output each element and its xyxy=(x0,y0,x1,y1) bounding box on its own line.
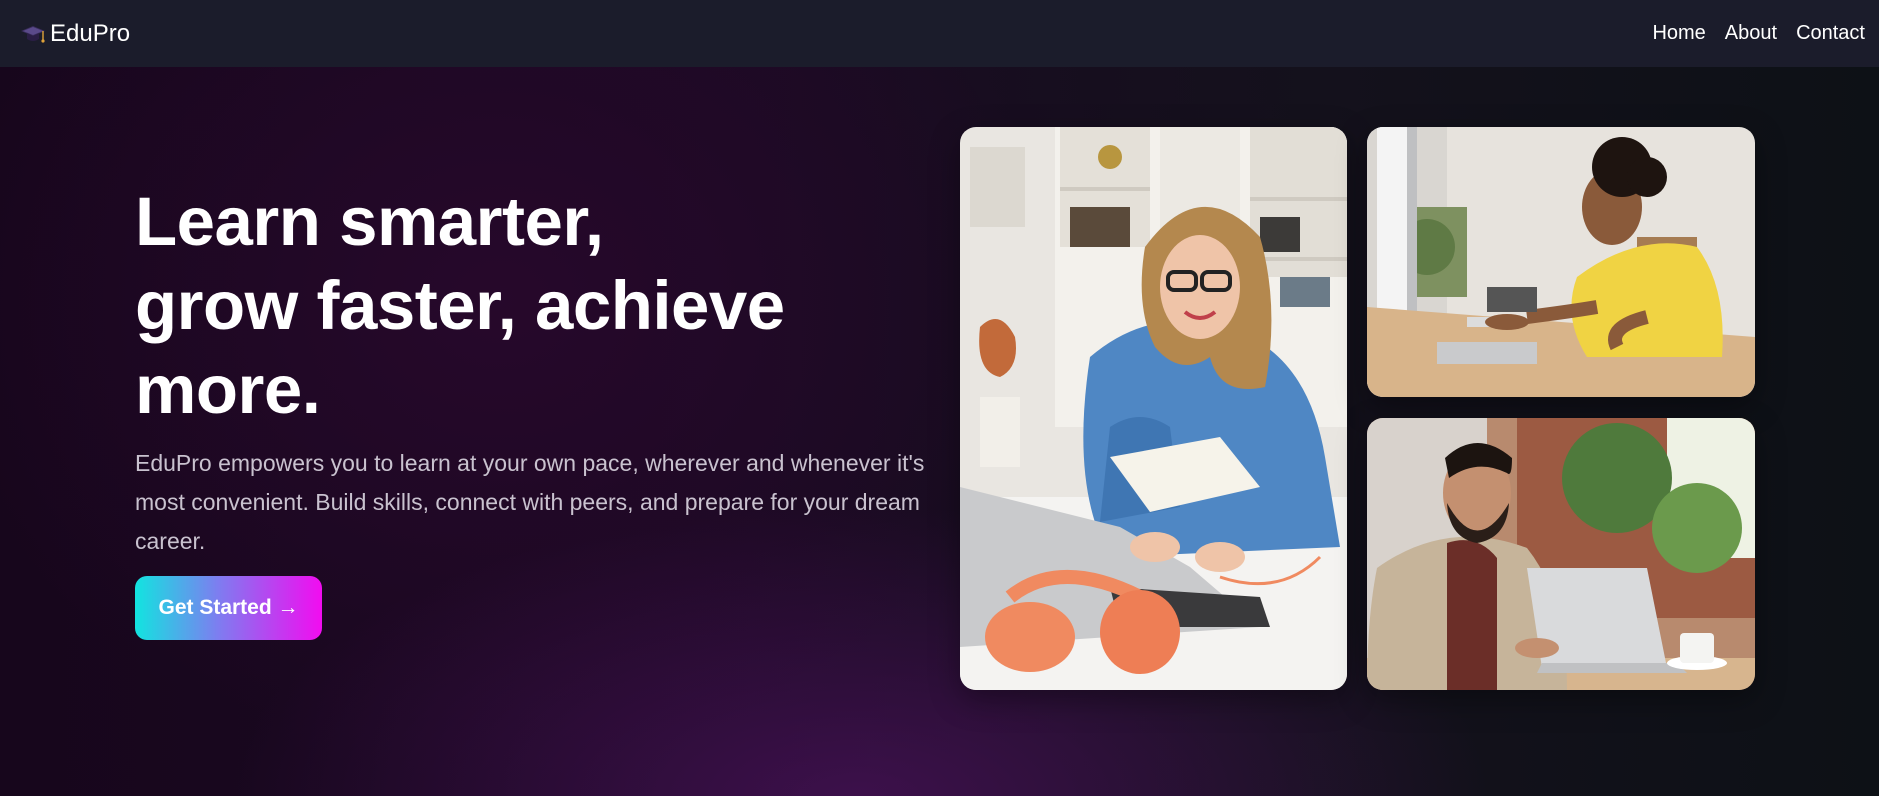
brand-logo[interactable]: EduPro xyxy=(20,20,130,48)
nav-link-home[interactable]: Home xyxy=(1652,22,1705,45)
hero-section: Learn smarter, grow faster, achieve more… xyxy=(135,180,925,561)
get-started-button[interactable]: Get Started → xyxy=(135,576,322,640)
hero-title-line-3: more. xyxy=(135,351,321,428)
hero-description: EduPro empowers you to learn at your own… xyxy=(135,450,925,554)
hero-image-woman-laptop xyxy=(960,127,1347,690)
nav-link-contact[interactable]: Contact xyxy=(1796,22,1865,45)
hero-title-line-1: Learn smarter, xyxy=(135,183,604,260)
nav-link-about[interactable]: About xyxy=(1725,22,1777,45)
graduation-cap-icon xyxy=(20,21,46,47)
hero-title: Learn smarter, grow faster, achieve more… xyxy=(135,180,925,432)
nav-links: Home About Contact xyxy=(1652,22,1865,45)
brand-name: EduPro xyxy=(50,19,131,47)
page: EduPro Home About Contact Learn smarter,… xyxy=(0,0,1879,796)
hero-title-line-2: grow faster, achieve xyxy=(135,267,785,344)
hero-image-man-laptop xyxy=(1367,418,1755,690)
navbar: EduPro Home About Contact xyxy=(0,0,1879,67)
hero-image-student-desk xyxy=(1367,127,1755,397)
